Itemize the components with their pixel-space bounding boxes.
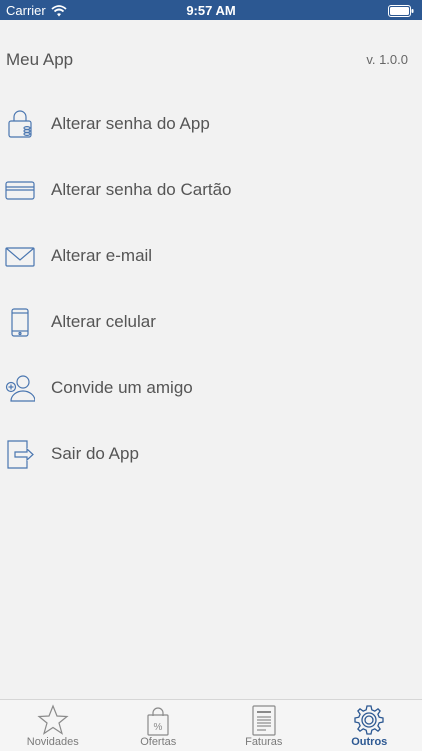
tab-novidades[interactable]: Novidades xyxy=(0,700,106,751)
app-version: v. 1.0.0 xyxy=(366,52,408,67)
menu-item-label: Alterar e-mail xyxy=(51,246,152,266)
tab-label: Outros xyxy=(317,736,422,748)
credit-card-icon xyxy=(5,175,35,205)
settings-menu: Alterar senha do App Alterar senha do Ca… xyxy=(0,92,422,488)
menu-item-change-card-password[interactable]: Alterar senha do Cartão xyxy=(0,158,422,224)
gear-icon xyxy=(353,704,385,736)
menu-item-change-phone[interactable]: Alterar celular xyxy=(0,290,422,356)
menu-item-label: Sair do App xyxy=(51,444,139,464)
status-bar: Carrier 9:57 AM xyxy=(0,0,422,20)
tab-ofertas[interactable]: % Ofertas xyxy=(106,700,212,751)
menu-item-label: Convide um amigo xyxy=(51,378,193,398)
tab-bar: Novidades % Ofertas Faturas xyxy=(0,699,422,751)
menu-item-label: Alterar senha do Cartão xyxy=(51,180,232,200)
menu-item-logout[interactable]: Sair do App xyxy=(0,422,422,488)
tab-label: Novidades xyxy=(0,736,106,748)
menu-item-invite-friend[interactable]: Convide um amigo xyxy=(0,356,422,422)
phone-icon xyxy=(5,307,35,337)
status-time: 9:57 AM xyxy=(0,3,422,18)
svg-text:%: % xyxy=(154,722,163,733)
app-header: Meu App v. 1.0.0 xyxy=(0,20,422,100)
menu-item-change-email[interactable]: Alterar e-mail xyxy=(0,224,422,290)
tab-faturas[interactable]: Faturas xyxy=(211,700,317,751)
invoice-icon xyxy=(248,704,280,736)
shopping-bag-percent-icon: % xyxy=(142,704,174,736)
menu-item-label: Alterar celular xyxy=(51,312,156,332)
tab-label: Ofertas xyxy=(106,736,212,748)
menu-item-label: Alterar senha do App xyxy=(51,114,210,134)
star-icon xyxy=(37,704,69,736)
add-user-icon xyxy=(5,373,35,403)
exit-icon xyxy=(5,439,35,469)
envelope-icon xyxy=(5,241,35,271)
tab-outros[interactable]: Outros xyxy=(317,700,422,751)
app-title: Meu App xyxy=(6,50,73,70)
lock-icon xyxy=(5,109,35,139)
menu-item-change-app-password[interactable]: Alterar senha do App xyxy=(0,92,422,158)
tab-label: Faturas xyxy=(211,736,317,748)
